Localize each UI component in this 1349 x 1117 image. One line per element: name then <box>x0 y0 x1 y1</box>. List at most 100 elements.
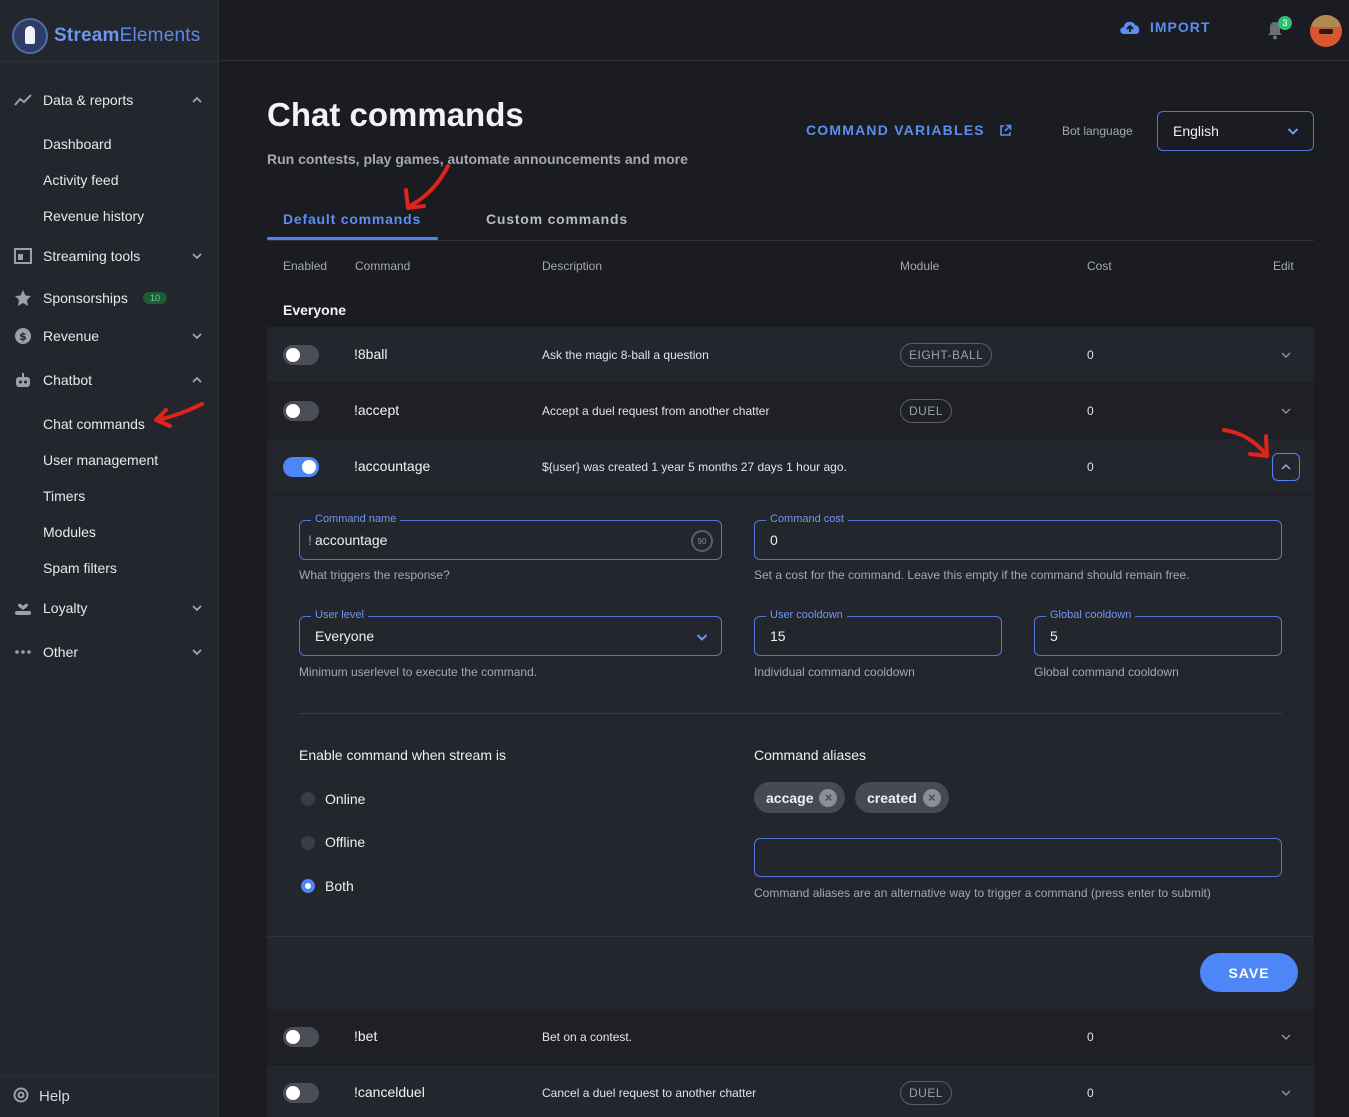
nav-other-label: Other <box>43 644 79 660</box>
command-name-value: accountage <box>315 532 388 548</box>
table-row-expanded: !accountage ${user} was created 1 year 5… <box>267 439 1314 494</box>
command-cost-field[interactable]: Command cost 0 <box>754 513 1282 560</box>
chevron-down-icon[interactable] <box>1280 1031 1292 1043</box>
user-cooldown-label: User cooldown <box>766 609 847 621</box>
chevron-down-icon <box>192 603 202 613</box>
command-name-field[interactable]: Command name ! accountage 90 <box>299 513 722 560</box>
overlay-icon <box>13 246 33 266</box>
header-description: Description <box>542 259 603 273</box>
chevron-down-icon[interactable] <box>1280 405 1292 417</box>
remove-alias-icon[interactable]: × <box>922 788 941 807</box>
tab-custom-commands[interactable]: Custom commands <box>486 211 628 227</box>
nav-dashboard[interactable]: Dashboard <box>43 136 112 152</box>
header-enabled: Enabled <box>283 259 328 273</box>
brand-name: StreamElements <box>54 25 201 46</box>
save-button[interactable]: SAVE <box>1200 953 1298 992</box>
nav-revenue[interactable]: $ Revenue <box>0 318 219 354</box>
command-description: Cancel a duel request to another chatter <box>542 1086 757 1100</box>
command-description: Accept a duel request from another chatt… <box>542 404 770 418</box>
nav-chat-commands[interactable]: Chat commands <box>43 416 145 432</box>
robot-icon <box>13 370 33 390</box>
logo[interactable]: StreamElements <box>12 18 200 54</box>
global-cooldown-value: 5 <box>1050 628 1058 644</box>
nav-revenue-history[interactable]: Revenue history <box>43 208 144 224</box>
header-command: Command <box>355 259 411 273</box>
radio-both[interactable] <box>301 879 315 893</box>
command-cost-label: Command cost <box>766 513 848 525</box>
chevron-down-icon <box>1287 128 1299 135</box>
sponsorships-count-badge: 10 <box>143 292 168 304</box>
chevron-up-icon <box>192 375 202 385</box>
nav-sponsorships-label: Sponsorships <box>43 290 128 306</box>
alias-input[interactable] <box>754 838 1282 877</box>
radio-offline[interactable] <box>301 836 315 850</box>
nav-loyalty[interactable]: Loyalty <box>0 590 219 626</box>
nav-help[interactable]: Help <box>0 1075 219 1117</box>
user-cooldown-value: 15 <box>770 628 786 644</box>
cloud-upload-icon <box>1120 21 1140 34</box>
remove-alias-icon[interactable]: × <box>819 788 838 807</box>
command-description: Ask the magic 8-ball a question <box>542 348 709 362</box>
help-lifebuoy-icon <box>13 1087 29 1107</box>
nav-user-management[interactable]: User management <box>43 452 158 468</box>
character-counter: 90 <box>691 530 713 552</box>
sidebar: StreamElements Data & reports Dashboard … <box>0 0 219 1117</box>
user-cooldown-field[interactable]: User cooldown 15 <box>754 609 1002 656</box>
command-cost-value: 0 <box>770 532 778 548</box>
command-variables-link[interactable]: COMMAND VARIABLES <box>806 122 1012 138</box>
command-name: !8ball <box>354 346 388 362</box>
group-everyone: Everyone <box>283 302 347 318</box>
bot-language-label: Bot language <box>1062 124 1133 138</box>
enable-toggle[interactable] <box>283 345 319 365</box>
command-name-help: What triggers the response? <box>299 568 450 582</box>
nav-spam-filters[interactable]: Spam filters <box>43 560 117 576</box>
rocket-logo-icon <box>12 18 48 54</box>
more-dots-icon <box>13 642 33 662</box>
collapse-edit-button[interactable] <box>1272 453 1300 481</box>
tab-default-commands[interactable]: Default commands <box>283 211 421 227</box>
svg-text:$: $ <box>19 330 27 343</box>
command-name: !bet <box>354 1028 378 1044</box>
nav-modules[interactable]: Modules <box>43 524 96 540</box>
global-cooldown-field[interactable]: Global cooldown 5 <box>1034 609 1282 656</box>
bot-language-select[interactable]: English <box>1157 111 1314 151</box>
nav-timers[interactable]: Timers <box>43 488 85 504</box>
user-level-select[interactable]: User level Everyone <box>299 609 722 656</box>
avatar[interactable] <box>1310 15 1342 47</box>
enable-toggle[interactable] <box>283 457 319 477</box>
module-badge: DUEL <box>900 399 953 423</box>
nav-data-reports[interactable]: Data & reports <box>0 82 219 118</box>
command-prefix: ! <box>308 532 312 548</box>
chevron-down-icon[interactable] <box>1280 349 1292 361</box>
nav-chatbot[interactable]: Chatbot <box>0 362 219 398</box>
header-cost: Cost <box>1087 259 1112 273</box>
nav-sponsorships[interactable]: Sponsorships 10 <box>0 280 219 316</box>
enable-toggle[interactable] <box>283 1027 319 1047</box>
chevron-up-icon <box>192 95 202 105</box>
alias-chip-label: accage <box>766 789 814 806</box>
global-cooldown-label: Global cooldown <box>1046 609 1136 621</box>
import-button[interactable]: IMPORT <box>1118 18 1210 36</box>
command-description: ${user} was created 1 year 5 months 27 d… <box>542 460 847 474</box>
top-bar: IMPORT 3 <box>220 0 1349 61</box>
radio-online[interactable] <box>301 792 315 806</box>
import-label: IMPORT <box>1150 19 1211 35</box>
enable-toggle[interactable] <box>283 1083 319 1103</box>
user-level-help: Minimum userlevel to execute the command… <box>299 665 538 679</box>
panel-footer-divider <box>267 936 1314 937</box>
chevron-down-icon <box>192 647 202 657</box>
user-level-value: Everyone <box>315 628 375 644</box>
notification-count-badge: 3 <box>1278 16 1292 30</box>
chevron-down-icon[interactable] <box>1280 1087 1292 1099</box>
chart-line-icon <box>13 90 33 110</box>
nav-other[interactable]: Other <box>0 634 219 670</box>
enable-toggle[interactable] <box>283 401 319 421</box>
command-cost: 0 <box>1087 460 1094 474</box>
command-name-label: Command name <box>311 513 401 525</box>
nav-streaming-tools[interactable]: Streaming tools <box>0 238 219 274</box>
command-name: !cancelduel <box>354 1084 425 1100</box>
command-cost-help: Set a cost for the command. Leave this e… <box>754 568 1190 582</box>
nav-activity-feed[interactable]: Activity feed <box>43 172 118 188</box>
header-edit: Edit <box>1273 259 1294 273</box>
command-cost: 0 <box>1087 404 1094 418</box>
